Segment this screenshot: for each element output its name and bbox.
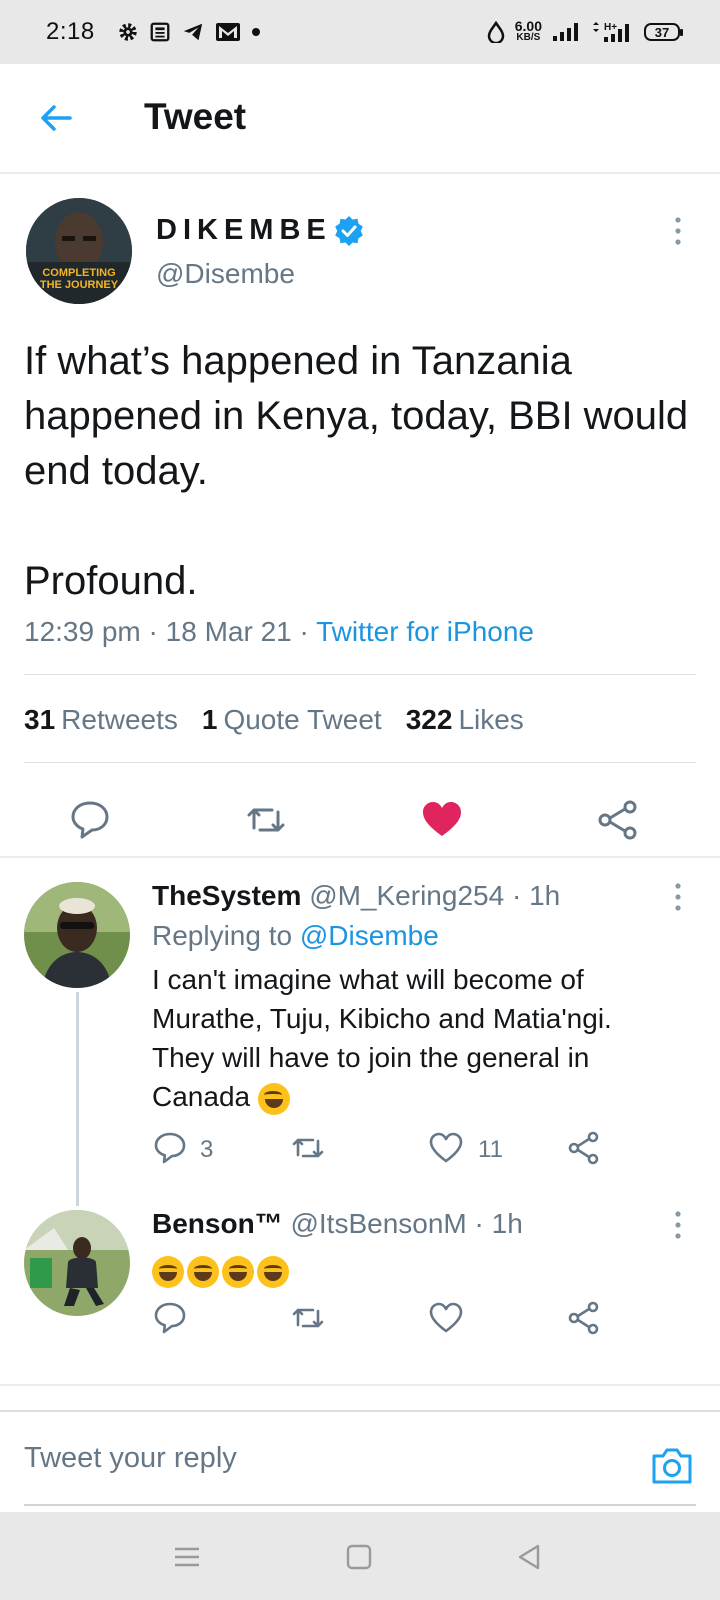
- like-heart-icon[interactable]: [428, 1130, 464, 1166]
- camera-icon[interactable]: [650, 1446, 694, 1486]
- system-status: 6.00 KB/S H+ 37: [487, 18, 683, 44]
- reply-time: 1h: [529, 880, 561, 911]
- tweet-date: 18 Mar 21: [165, 616, 292, 647]
- replying-to-mention[interactable]: @Disembe: [300, 920, 439, 951]
- battery-icon: 37: [644, 23, 683, 41]
- signal-icon: H+: [590, 20, 634, 44]
- reply-author-handle[interactable]: @ItsBensonM: [290, 1208, 466, 1239]
- meta-separator: ·: [299, 616, 317, 647]
- system-nav-bar: [0, 1512, 720, 1600]
- like-count: 11: [478, 1136, 503, 1163]
- tweet-source-link[interactable]: Twitter for iPhone: [316, 616, 534, 647]
- like-heart-icon[interactable]: [420, 798, 464, 842]
- reply-header: TheSystem @M_Kering254 · 1h: [152, 880, 560, 912]
- meta-separator: ·: [474, 1208, 492, 1239]
- gear-icon: [117, 21, 139, 43]
- reply-actions: 3 11: [0, 1130, 720, 1174]
- menu-icon[interactable]: [172, 1542, 202, 1572]
- avatar[interactable]: [24, 882, 130, 988]
- tweet-time: 12:39 pm: [24, 616, 141, 647]
- network-speed: 6.00 KB/S: [514, 18, 542, 43]
- reply-author-name[interactable]: Benson™: [152, 1208, 283, 1239]
- status-time: 2:18: [46, 18, 95, 45]
- status-bar: 2:18 6.00 KB/S H+ 37: [0, 0, 720, 64]
- divider: [0, 1384, 720, 1386]
- author-handle[interactable]: @Disembe: [156, 258, 295, 290]
- svg-text:THE JOURNEY: THE JOURNEY: [40, 279, 119, 291]
- laughing-emoji-icon: [257, 1255, 289, 1288]
- reply-count: 3: [200, 1136, 214, 1163]
- tweet-text: If what’s happened in Tanzania happened …: [24, 339, 689, 603]
- drop-icon: [487, 21, 505, 43]
- back-triangle-icon[interactable]: [514, 1542, 544, 1572]
- reply-compose-bar: [0, 1410, 720, 1514]
- reply-author-name[interactable]: TheSystem: [152, 880, 301, 911]
- divider: [0, 856, 720, 858]
- reply-author-handle[interactable]: @M_Kering254: [309, 880, 504, 911]
- more-options-icon[interactable]: [672, 1210, 684, 1240]
- retweet-icon[interactable]: [244, 798, 288, 842]
- laughing-emoji-icon: [222, 1255, 254, 1288]
- reply-icon[interactable]: [152, 1300, 188, 1336]
- header: Tweet: [0, 64, 720, 174]
- notification-icons: [117, 21, 261, 43]
- retweet-icon[interactable]: [290, 1130, 326, 1166]
- tweet-actions: [0, 786, 720, 856]
- avatar[interactable]: COMPLETING THE JOURNEY: [26, 198, 132, 304]
- more-options-icon[interactable]: [672, 216, 684, 246]
- telegram-icon: [181, 21, 205, 43]
- laughing-emoji-icon: [187, 1255, 219, 1288]
- tweet-stats: 31 Retweets 1 Quote Tweet 322 Likes: [24, 704, 524, 736]
- quote-tweet-stat[interactable]: 1 Quote Tweet: [202, 704, 382, 736]
- reply-text: I can't imagine what will become of Mura…: [152, 960, 672, 1116]
- tweet-meta: 12:39 pm · 18 Mar 21 · Twitter for iPhon…: [24, 616, 534, 648]
- svg-text:H+: H+: [604, 22, 617, 33]
- meta-separator: ·: [148, 616, 166, 647]
- reply-icon[interactable]: [152, 1130, 188, 1166]
- reply-input[interactable]: [24, 1442, 584, 1475]
- news-icon: [149, 21, 171, 43]
- retweets-stat[interactable]: 31 Retweets: [24, 704, 178, 736]
- replying-to: Replying to @Disembe: [152, 920, 439, 951]
- share-icon[interactable]: [566, 1130, 602, 1166]
- dot-icon: [251, 27, 261, 37]
- reply-header: Benson™ @ItsBensonM · 1h: [152, 1208, 523, 1240]
- svg-text:COMPLETING: COMPLETING: [42, 267, 115, 279]
- share-icon[interactable]: [566, 1300, 602, 1336]
- arrow-left-icon[interactable]: [36, 98, 76, 138]
- retweet-icon[interactable]: [290, 1300, 326, 1336]
- like-heart-icon[interactable]: [428, 1300, 464, 1336]
- verified-badge-icon: [334, 215, 364, 246]
- signal-icon: [552, 22, 580, 42]
- reply-text: [152, 1250, 672, 1289]
- author-name[interactable]: DIKEMBE: [156, 214, 364, 247]
- reply-actions: [0, 1300, 720, 1344]
- home-square-icon[interactable]: [344, 1542, 374, 1572]
- divider: [24, 762, 696, 763]
- divider: [24, 674, 696, 675]
- laughing-crying-emoji-icon: [257, 1082, 290, 1115]
- laughing-emoji-icon: [152, 1255, 184, 1288]
- meta-separator: ·: [511, 880, 530, 911]
- input-underline: [24, 1504, 696, 1506]
- reply-icon[interactable]: [68, 798, 112, 842]
- reply-time: 1h: [491, 1208, 523, 1239]
- gmail-icon: [215, 21, 241, 43]
- more-options-icon[interactable]: [672, 882, 684, 912]
- likes-stat[interactable]: 322 Likes: [406, 704, 524, 736]
- share-icon[interactable]: [596, 798, 640, 842]
- page-title: Tweet: [144, 96, 247, 137]
